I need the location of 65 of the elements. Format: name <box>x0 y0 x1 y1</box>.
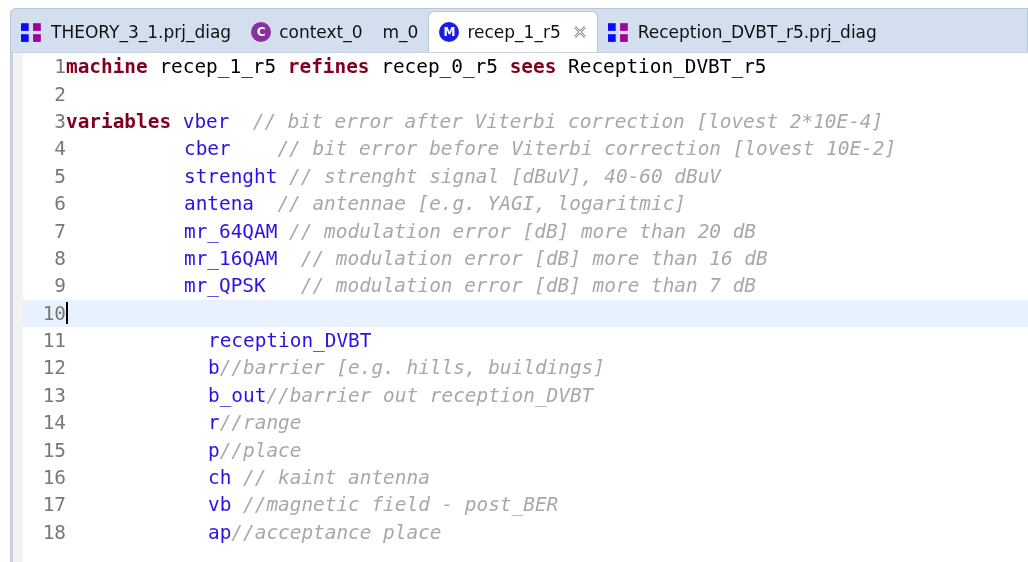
line-number: 3 <box>53 109 66 133</box>
editor-tab[interactable]: THEORY_3_1.prj_diag <box>11 12 242 52</box>
code-text: recep_1_r5 <box>159 55 277 79</box>
identifier: p <box>208 438 220 462</box>
keyword: machine <box>66 55 148 79</box>
identifier: cber <box>184 137 231 161</box>
line-number: 16 <box>41 466 66 490</box>
line-number: 6 <box>53 192 66 216</box>
identifier: ap <box>208 520 232 544</box>
identifier: b_out <box>208 383 267 407</box>
line-number: 15 <box>41 438 66 462</box>
identifier: mr_64QAM <box>184 219 278 243</box>
line-number: 2 <box>53 82 66 106</box>
line-number: 4 <box>53 137 66 161</box>
diagram-icon <box>21 22 43 42</box>
identifier: vb <box>208 493 232 517</box>
identifier: ch <box>208 466 232 490</box>
code-comment: //magnetic field - post_BER <box>242 493 559 517</box>
line-number: 1 <box>53 55 66 79</box>
editor-tab[interactable]: m_0 <box>372 12 429 52</box>
editor-tab[interactable]: C context_0 <box>241 12 373 52</box>
code-comment: // kaint antenna <box>242 466 430 490</box>
code-comment: // bit error after Viterbi correction [lovest 2*10E-4] <box>251 109 884 133</box>
code-comment: // modulation error [dB] more than 7 dB <box>299 274 757 298</box>
line-number: 7 <box>53 219 66 243</box>
line-number: 9 <box>53 274 66 298</box>
code-comment: // modulation error [dB] more than 16 dB <box>299 246 768 270</box>
line-number: 11 <box>41 329 66 353</box>
line-number: 14 <box>41 411 66 435</box>
code-comment: // bit error before Viterbi correction [lovest 10E-2] <box>276 137 897 161</box>
keyword: sees <box>509 55 557 79</box>
line-number: 10 <box>41 301 66 325</box>
text-cursor <box>66 302 68 325</box>
code-comment: //range <box>219 411 302 435</box>
close-icon[interactable] <box>572 25 587 39</box>
line-number: 18 <box>41 520 66 544</box>
identifier: strenght <box>184 164 278 188</box>
code-comment: //barrier [e.g. hills, buildings] <box>219 356 605 380</box>
keyword: variables <box>66 109 172 133</box>
identifier: antena <box>184 192 255 216</box>
code-comment: // strenght signal [dBuV], 40-60 dBuV <box>288 164 722 188</box>
keyword: refines <box>287 55 370 79</box>
line-number: 12 <box>41 356 66 380</box>
line-number: 13 <box>41 383 66 407</box>
line-number: 5 <box>53 164 66 188</box>
code-comment: //place <box>219 438 302 462</box>
code-comment: //acceptance place <box>231 520 442 544</box>
machine-icon: M <box>439 22 460 42</box>
context-icon: C <box>251 22 272 42</box>
identifier: vber <box>182 109 230 133</box>
diagram-icon <box>607 22 630 42</box>
identifier: r <box>208 411 220 435</box>
code-comment: // antennae [e.g. YAGI, logaritmic] <box>276 192 686 216</box>
code-comment: // modulation error [dB] more than 20 dB <box>288 219 757 243</box>
identifier: mr_16QAM <box>184 246 278 270</box>
code-text: Reception_DVBT_r5 <box>568 55 767 79</box>
line-number: 17 <box>41 493 66 517</box>
line-number: 8 <box>53 246 66 270</box>
identifier: b <box>208 356 220 380</box>
editor-tab[interactable]: M recep_1_r5 <box>428 11 598 52</box>
identifier: reception_DVBT <box>208 329 372 353</box>
code-text: recep_0_r5 <box>381 55 498 79</box>
identifier: mr_QPSK <box>184 274 266 298</box>
code-comment: //barrier out reception_DVBT <box>266 383 594 407</box>
editor-tab[interactable]: Reception_DVBT_r5.prj_diag <box>597 12 887 52</box>
